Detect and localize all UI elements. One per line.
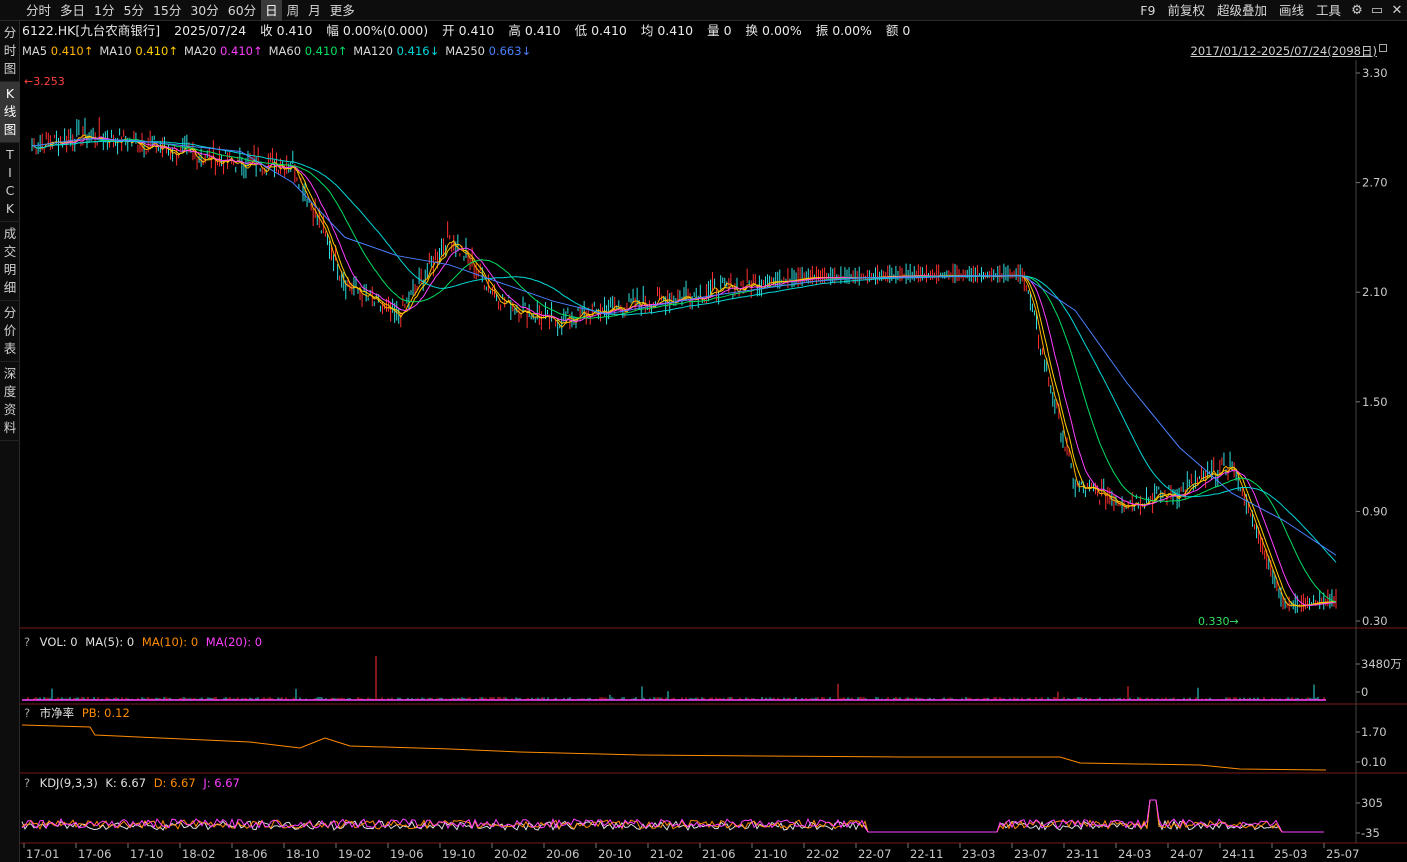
ma-line-ma20: [31, 136, 1337, 606]
vol-tick-label: 3480万: [1361, 657, 1402, 671]
price-tick-label: 2.70: [1362, 176, 1388, 190]
min-price-label: 0.330→: [1198, 615, 1239, 628]
time-tick-label: 18-06: [234, 847, 267, 861]
price-tick-label: 3.30: [1362, 66, 1388, 80]
time-tick-label: 23-03: [962, 847, 995, 861]
time-tick-label: 20-02: [494, 847, 527, 861]
kdj-line: [21, 799, 1324, 833]
time-tick-label: 20-10: [598, 847, 631, 861]
ma-line-ma5: [31, 134, 1337, 607]
time-tick-label: 21-06: [702, 847, 735, 861]
ma-line-ma250: [31, 138, 1337, 556]
time-tick-label: 24-03: [1118, 847, 1151, 861]
time-tick-label: 20-06: [546, 847, 579, 861]
time-tick-label: 19-02: [338, 847, 371, 861]
ma-line-ma60: [31, 139, 1337, 603]
time-tick-label: 23-07: [1014, 847, 1047, 861]
time-tick-label: 21-02: [650, 847, 683, 861]
time-tick-label: 17-06: [78, 847, 111, 861]
time-tick-label: 22-07: [858, 847, 891, 861]
time-tick-label: 23-11: [1066, 847, 1099, 861]
price-tick-label: 2.10: [1362, 285, 1388, 299]
price-tick-label: 0.90: [1362, 504, 1388, 518]
kdj-tick-label: -35: [1361, 826, 1380, 840]
time-tick-label: 18-02: [182, 847, 215, 861]
price-tick-label: 0.30: [1362, 614, 1388, 628]
ma-line-ma10: [31, 135, 1336, 607]
time-tick-label: 24-07: [1170, 847, 1203, 861]
time-tick-label: 21-10: [754, 847, 787, 861]
pb-line: [21, 724, 1327, 771]
time-tick-label: 18-10: [286, 847, 319, 861]
time-tick-label: 17-10: [130, 847, 163, 861]
time-tick-label: 25-03: [1274, 847, 1307, 861]
price-tick-label: 1.50: [1362, 395, 1388, 409]
pb-tick-label: 1.70: [1361, 725, 1387, 739]
pb-tick-label: 0.10: [1361, 755, 1387, 769]
time-tick-label: 22-02: [806, 847, 839, 861]
time-tick-label: 22-11: [910, 847, 943, 861]
time-tick-label: 25-07: [1326, 847, 1359, 861]
vol-tick-label: 0: [1361, 685, 1368, 699]
time-tick-label: 19-10: [442, 847, 475, 861]
kline-chart[interactable]: 3.30 2.70 2.10 1.50 0.90 0.30 ←3.253 0.330→ 3480…: [0, 0, 1407, 862]
kdj-tick-label: 305: [1361, 796, 1383, 810]
time-tick-label: 24-11: [1222, 847, 1255, 861]
time-tick-label: 17-01: [26, 847, 59, 861]
max-price-label: ←3.253: [24, 75, 65, 88]
time-tick-label: 19-06: [390, 847, 423, 861]
